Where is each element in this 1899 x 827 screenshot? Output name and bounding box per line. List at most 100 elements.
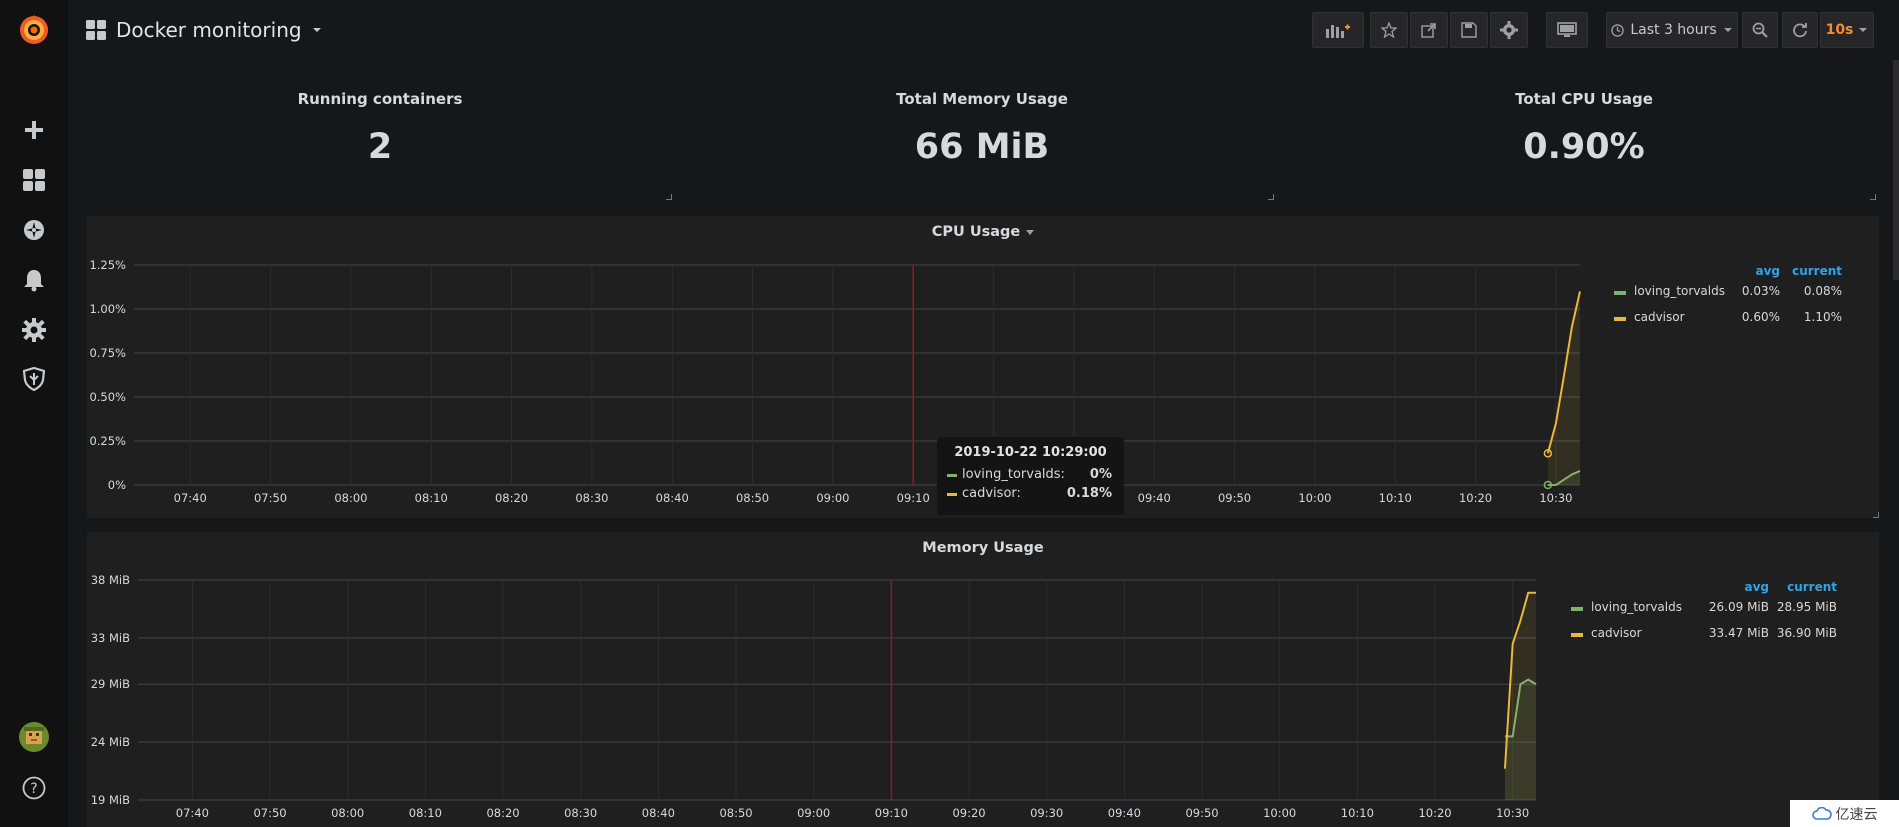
legend-row-cadvisor[interactable]: cadvisor 0.60% 1.10%	[1602, 308, 1862, 328]
help-question-icon[interactable]: ?	[0, 766, 68, 810]
panel-resize-handle[interactable]	[1268, 194, 1274, 200]
share-dashboard-button[interactable]	[1410, 12, 1448, 48]
legend-row-loving-torvalds[interactable]: loving_torvalds 0.03% 0.08%	[1602, 282, 1862, 302]
add-panel-icon	[1326, 24, 1350, 38]
tooltip-series-value: 0%	[1089, 467, 1112, 482]
series-swatch	[947, 474, 957, 477]
add-panel-button[interactable]	[1312, 12, 1364, 48]
page-scrollbar[interactable]	[1893, 60, 1899, 280]
x-tick-label: 08:50	[736, 491, 769, 505]
stat-value: 2	[367, 127, 393, 167]
series-avg: 33.47 MiB	[1708, 626, 1769, 640]
stat-panel-running-containers: Running containers 2	[88, 66, 672, 200]
x-tick-label: 10:30	[1539, 491, 1572, 505]
x-tick-label: 10:20	[1418, 806, 1451, 820]
legend-header-current[interactable]: current	[1787, 580, 1837, 594]
grafana-logo-icon[interactable]	[0, 8, 68, 52]
y-tick-label: 38 MiB	[91, 573, 130, 587]
legend-header-avg[interactable]: avg	[1744, 580, 1769, 594]
y-tick-label: 0%	[108, 478, 126, 492]
x-tick-label: 10:00	[1298, 491, 1331, 505]
y-tick-label: 19 MiB	[91, 793, 130, 807]
star-dashboard-button[interactable]	[1370, 12, 1408, 48]
x-tick-label: 09:00	[816, 491, 849, 505]
dashboard-title: Docker monitoring	[116, 18, 302, 42]
time-range-label: Last 3 hours	[1630, 22, 1717, 38]
series-avg: 0.03%	[1741, 284, 1780, 298]
y-tick-label: 0.25%	[89, 434, 126, 448]
explore-compass-icon[interactable]	[0, 208, 68, 252]
x-tick-label: 08:10	[415, 491, 448, 505]
stat-title: Total CPU Usage	[1515, 90, 1653, 108]
cycle-view-mode-button[interactable]	[1546, 12, 1588, 48]
x-tick-label: 09:10	[875, 806, 908, 820]
memory-legend: avg current loving_torvalds 26.09 MiB 28…	[1559, 580, 1859, 650]
memory-usage-panel: Memory Usage 19 MiB 24 MiB 29 MiB 33 MiB 38 …	[87, 532, 1879, 827]
stat-panel-total-memory: Total Memory Usage 66 MiB	[690, 66, 1274, 200]
x-tick-label: 08:20	[486, 806, 519, 820]
series-current: 28.95 MiB	[1776, 600, 1837, 614]
navbar: Docker monitoring Last 3 hours 10s	[68, 0, 1899, 60]
configuration-gear-icon[interactable]	[0, 308, 68, 352]
tooltip-series-name: cadvisor:	[962, 486, 1021, 501]
refresh-interval-picker[interactable]: 10s	[1820, 12, 1874, 48]
create-plus-icon[interactable]	[0, 108, 68, 152]
dashboard-picker[interactable]: Docker monitoring	[86, 15, 322, 45]
x-tick-label: 07:40	[176, 806, 209, 820]
x-tick-label: 10:10	[1379, 491, 1412, 505]
legend-row-cadvisor[interactable]: cadvisor 33.47 MiB 36.90 MiB	[1559, 624, 1859, 644]
chevron-down-icon	[1723, 28, 1732, 32]
x-tick-label: 09:30	[1030, 806, 1063, 820]
series-swatch	[1614, 317, 1626, 321]
alerting-bell-icon[interactable]	[0, 258, 68, 302]
refresh-button[interactable]	[1782, 12, 1818, 48]
save-dashboard-button[interactable]	[1450, 12, 1488, 48]
grafana-app: ? Docker monitoring Last 3 hours 10s Run…	[0, 0, 1899, 827]
x-tick-label: 08:40	[656, 491, 689, 505]
user-avatar[interactable]	[0, 715, 68, 759]
y-tick-label: 1.25%	[89, 258, 126, 272]
refresh-interval-label: 10s	[1825, 22, 1854, 38]
star-icon	[1381, 22, 1397, 38]
x-tick-label: 07:50	[253, 806, 286, 820]
dashboards-grid-icon[interactable]	[0, 158, 68, 202]
stat-title: Running containers	[297, 90, 463, 108]
cpu-usage-graph[interactable]: 0% 0.25% 0.50% 0.75% 1.00% 1.25% 07:40 07:50 08:…	[87, 216, 1597, 518]
gear-icon	[1500, 21, 1518, 39]
panel-resize-handle[interactable]	[1873, 512, 1879, 518]
refresh-icon	[1793, 23, 1807, 38]
series-name: loving_torvalds	[1634, 284, 1725, 298]
x-tick-label: 10:30	[1496, 806, 1529, 820]
dashboard-settings-button[interactable]	[1490, 12, 1528, 48]
time-range-picker[interactable]: Last 3 hours	[1606, 12, 1738, 48]
share-icon	[1421, 23, 1436, 38]
tooltip-row: cadvisor: 0.18%	[947, 485, 1114, 504]
tooltip-row: loving_torvalds: 0%	[947, 466, 1114, 485]
x-tick-label: 10:00	[1263, 806, 1296, 820]
x-tick-label: 08:00	[331, 806, 364, 820]
legend-header-current[interactable]: current	[1792, 264, 1842, 278]
panel-resize-handle[interactable]	[666, 194, 672, 200]
monitor-icon	[1557, 22, 1577, 37]
series-current: 1.10%	[1803, 310, 1842, 324]
legend-header-avg[interactable]: avg	[1755, 264, 1780, 278]
panel-resize-handle[interactable]	[1870, 194, 1876, 200]
series-avg: 26.09 MiB	[1708, 600, 1769, 614]
legend-row-loving-torvalds[interactable]: loving_torvalds 26.09 MiB 28.95 MiB	[1559, 598, 1859, 618]
memory-usage-graph[interactable]: 19 MiB 24 MiB 29 MiB 33 MiB 38 MiB 07:40 07:50…	[87, 532, 1567, 827]
cpu-legend: avg current loving_torvalds 0.03% 0.08% …	[1602, 264, 1862, 334]
chevron-down-icon	[1859, 28, 1868, 32]
x-tick-label: 08:50	[719, 806, 752, 820]
x-tick-label: 10:20	[1459, 491, 1492, 505]
series-name: cadvisor	[1591, 626, 1642, 640]
server-admin-shield-icon[interactable]	[0, 357, 68, 401]
tooltip-series-value: 0.18%	[1066, 486, 1112, 501]
x-tick-label: 09:50	[1185, 806, 1218, 820]
dashboard-grid-icon	[86, 20, 106, 40]
x-tick-label: 08:20	[495, 491, 528, 505]
x-tick-label: 09:50	[1218, 491, 1251, 505]
series-swatch	[1571, 607, 1583, 611]
zoom-out-button[interactable]	[1742, 12, 1778, 48]
y-tick-label: 24 MiB	[91, 735, 130, 749]
graph-tooltip: 2019-10-22 10:29:00 loving_torvalds: 0% …	[937, 437, 1124, 515]
